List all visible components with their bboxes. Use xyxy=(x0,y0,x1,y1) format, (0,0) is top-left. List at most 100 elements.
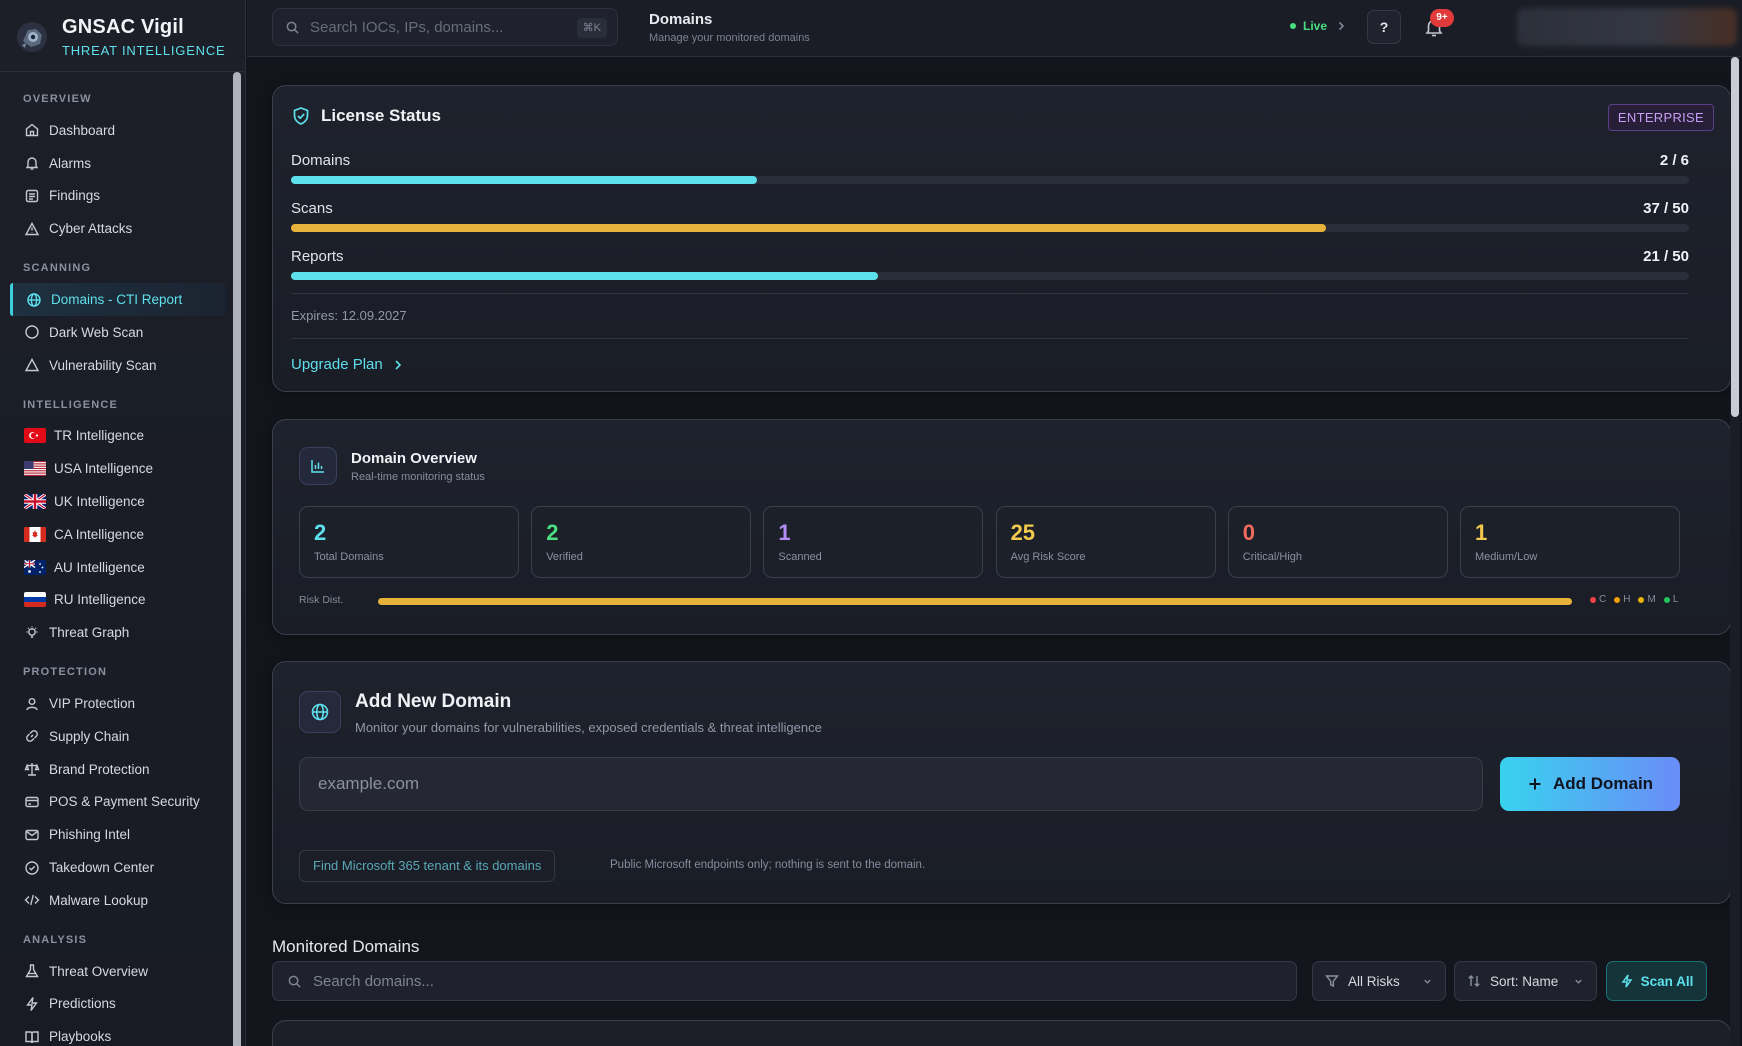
domain-search-input[interactable] xyxy=(313,972,1213,990)
sidebar-item-playbooks[interactable]: Playbooks xyxy=(0,1020,232,1046)
code-icon xyxy=(24,895,40,906)
sidebar-item-alarms[interactable]: Alarms xyxy=(0,147,232,180)
meter-fill xyxy=(291,176,757,184)
live-status[interactable]: Live xyxy=(1290,19,1347,33)
brand-name: GNSAC Vigil xyxy=(62,16,184,38)
sidebar-item-ru-intelligence[interactable]: RU Intelligence xyxy=(0,584,232,617)
scan-all-button[interactable]: Scan All xyxy=(1606,961,1707,1001)
sidebar-item-label: TR Intelligence xyxy=(54,428,145,444)
meter-fill xyxy=(291,224,1326,232)
nav-section-intelligence: INTELLIGENCE xyxy=(23,398,119,411)
sort-dropdown[interactable]: Sort: Name xyxy=(1454,961,1597,1001)
sidebar-item-supply-chain[interactable]: Supply Chain xyxy=(0,720,232,753)
content-scrollbar-track[interactable] xyxy=(1730,57,1740,1046)
domain-search[interactable] xyxy=(272,961,1297,1001)
search-shortcut: ⌘K xyxy=(576,18,607,38)
sidebar-item-label: Phishing Intel xyxy=(49,827,131,843)
sidebar-item-au-intelligence[interactable]: AU Intelligence xyxy=(0,551,232,584)
sidebar-item-malware-lookup[interactable]: Malware Lookup xyxy=(0,884,232,917)
stat-total-domains[interactable]: 2 Total Domains xyxy=(299,506,519,578)
domain-overview-card: Domain Overview Real-time monitoring sta… xyxy=(272,419,1731,635)
brand-logo-icon xyxy=(17,22,47,52)
sidebar-item-dark-web-scan[interactable]: Dark Web Scan xyxy=(0,316,232,349)
legend-key: M xyxy=(1647,594,1656,605)
global-search[interactable]: ⌘K xyxy=(272,8,618,46)
sidebar-item-dashboard[interactable]: Dashboard xyxy=(0,114,232,147)
notification-badge: 9+ xyxy=(1430,9,1454,27)
global-search-input[interactable] xyxy=(310,18,560,36)
sidebar-item-takedown-center[interactable]: Takedown Center xyxy=(0,851,232,884)
stat-medium-low[interactable]: 1 Medium/Low xyxy=(1459,506,1680,578)
sidebar-scrollbar[interactable] xyxy=(233,72,241,1046)
stat-critical-high[interactable]: 0 Critical/High xyxy=(1227,506,1448,578)
uk-flag-icon xyxy=(24,494,46,510)
add-domain-button[interactable]: Add Domain xyxy=(1500,757,1680,811)
user-menu[interactable] xyxy=(1517,8,1737,46)
legend-dot-medium xyxy=(1638,596,1645,603)
sidebar-item-vulnerability-scan[interactable]: Vulnerability Scan xyxy=(0,349,232,382)
sidebar-item-usa-intelligence[interactable]: USA Intelligence xyxy=(0,452,232,485)
legend-key: C xyxy=(1599,594,1607,605)
sidebar: GNSAC Vigil THREAT INTELLIGENCE OVERVIEW… xyxy=(0,0,246,1046)
sidebar-item-threat-overview[interactable]: Threat Overview xyxy=(0,955,232,988)
sidebar-item-label: Threat Graph xyxy=(49,625,130,641)
sidebar-item-tr-intelligence[interactable]: TR Intelligence xyxy=(0,420,232,453)
sidebar-item-ca-intelligence[interactable]: CA Intelligence xyxy=(0,518,232,551)
risk-filter-dropdown[interactable]: All Risks xyxy=(1312,961,1446,1001)
brand[interactable]: GNSAC Vigil THREAT INTELLIGENCE xyxy=(16,12,242,62)
add-domain-subtitle: Monitor your domains for vulnerabilities… xyxy=(355,720,822,735)
content-scrollbar-thumb[interactable] xyxy=(1731,57,1739,417)
help-button[interactable]: ? xyxy=(1367,10,1401,44)
book-icon xyxy=(25,1031,39,1043)
turkey-flag-icon xyxy=(24,428,46,444)
risk-distribution-bar xyxy=(378,598,1572,605)
sort-arrows-icon xyxy=(1468,975,1480,987)
sidebar-item-pos-payment-security[interactable]: POS & Payment Security xyxy=(0,786,232,819)
overview-subtitle: Real-time monitoring status xyxy=(351,471,485,483)
find-m365-tenant-button[interactable]: Find Microsoft 365 tenant & its domains xyxy=(299,850,556,882)
home-icon xyxy=(25,123,39,137)
sidebar-item-findings[interactable]: Findings xyxy=(0,180,232,213)
add-domain-card: Add New Domain Monitor your domains for … xyxy=(272,661,1731,904)
globe-icon xyxy=(311,703,329,721)
stat-avg-risk-score[interactable]: 25 Avg Risk Score xyxy=(995,506,1216,578)
sidebar-item-label: Predictions xyxy=(49,996,116,1012)
sidebar-item-vip-protection[interactable]: VIP Protection xyxy=(0,687,232,720)
stat-value: 1 xyxy=(1474,520,1488,545)
meter-value: 21 / 50 xyxy=(1643,248,1689,265)
sidebar-item-predictions[interactable]: Predictions xyxy=(0,988,232,1021)
legend-dot-critical xyxy=(1590,596,1596,603)
stat-verified[interactable]: 2 Verified xyxy=(531,506,752,578)
sidebar-item-cyber-attacks[interactable]: Cyber Attacks xyxy=(0,212,232,245)
legend-dot-low xyxy=(1663,596,1670,603)
meter-value: 2 / 6 xyxy=(1659,152,1689,169)
overview-icon-box xyxy=(299,447,337,485)
topbar: ⌘K Domains Manage your monitored domains… xyxy=(247,0,1742,57)
sidebar-item-domains-cti-report[interactable]: Domains - CTI Report xyxy=(10,283,226,316)
stat-value: 1 xyxy=(778,520,791,545)
canada-flag-icon xyxy=(24,526,46,542)
stat-label: Total Domains xyxy=(314,551,384,563)
meter-track xyxy=(291,176,1689,184)
credit-card-icon xyxy=(25,796,39,808)
domain-input[interactable] xyxy=(299,757,1483,811)
sidebar-item-label: AU Intelligence xyxy=(54,559,145,575)
search-icon xyxy=(288,975,301,988)
monitored-domains-title: Monitored Domains xyxy=(272,937,420,956)
license-status-card: License Status ENTERPRISE Domains 2 / 6 … xyxy=(272,85,1731,392)
sidebar-item-label: Supply Chain xyxy=(49,728,130,744)
add-domain-title: Add New Domain xyxy=(355,691,512,712)
sidebar-nav: OVERVIEW Dashboard Alarms Findings Cyber… xyxy=(0,78,232,1046)
sidebar-item-label: Dashboard xyxy=(49,122,116,138)
bell-icon xyxy=(25,157,39,170)
sidebar-item-uk-intelligence[interactable]: UK Intelligence xyxy=(0,485,232,518)
globe-icon xyxy=(27,292,41,307)
upgrade-plan-link[interactable]: Upgrade Plan xyxy=(291,356,405,373)
stat-value: 0 xyxy=(1242,520,1255,545)
stat-scanned[interactable]: 1 Scanned xyxy=(763,506,984,578)
sidebar-item-phishing-intel[interactable]: Phishing Intel xyxy=(0,818,232,851)
sidebar-item-brand-protection[interactable]: Brand Protection xyxy=(0,753,232,786)
sidebar-item-threat-graph[interactable]: Threat Graph xyxy=(0,616,232,649)
legend-key: H xyxy=(1623,594,1631,605)
add-domain-button-label: Add Domain xyxy=(1552,774,1654,793)
